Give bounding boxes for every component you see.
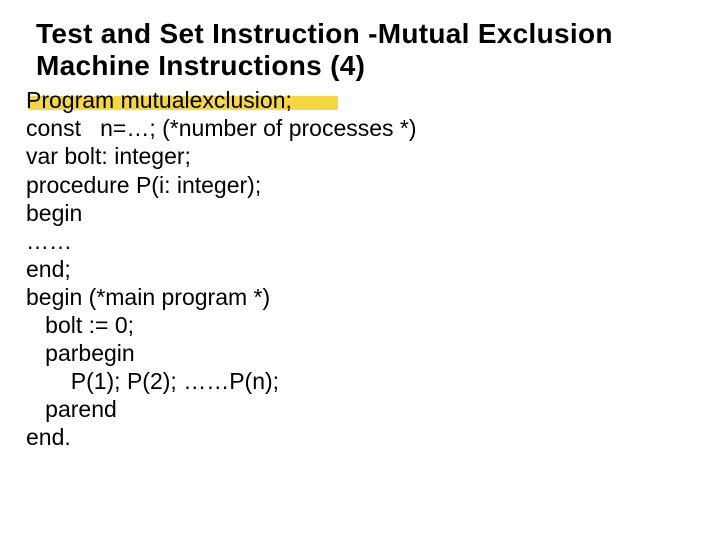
code-line: end.	[26, 424, 71, 450]
code-line: parbegin	[26, 340, 135, 366]
slide-title: Test and Set Instruction -Mutual Exclusi…	[36, 18, 700, 82]
code-line: parend	[26, 396, 117, 422]
code-line: Program mutualexclusion;	[26, 87, 292, 113]
code-line: bolt := 0;	[26, 312, 134, 338]
code-line: begin	[26, 200, 82, 226]
code-block: Program mutualexclusion; const n=…; (*nu…	[26, 86, 700, 451]
slide: Test and Set Instruction -Mutual Exclusi…	[0, 0, 720, 540]
code-line: procedure P(i: integer);	[26, 172, 261, 198]
code-line: P(1); P(2); ……P(n);	[26, 368, 279, 394]
code-line: end;	[26, 256, 71, 282]
code-line: ……	[26, 228, 72, 254]
code-line: const n=…; (*number of processes *)	[26, 115, 417, 141]
code-line: var bolt: integer;	[26, 143, 191, 169]
code-line: begin (*main program *)	[26, 284, 270, 310]
